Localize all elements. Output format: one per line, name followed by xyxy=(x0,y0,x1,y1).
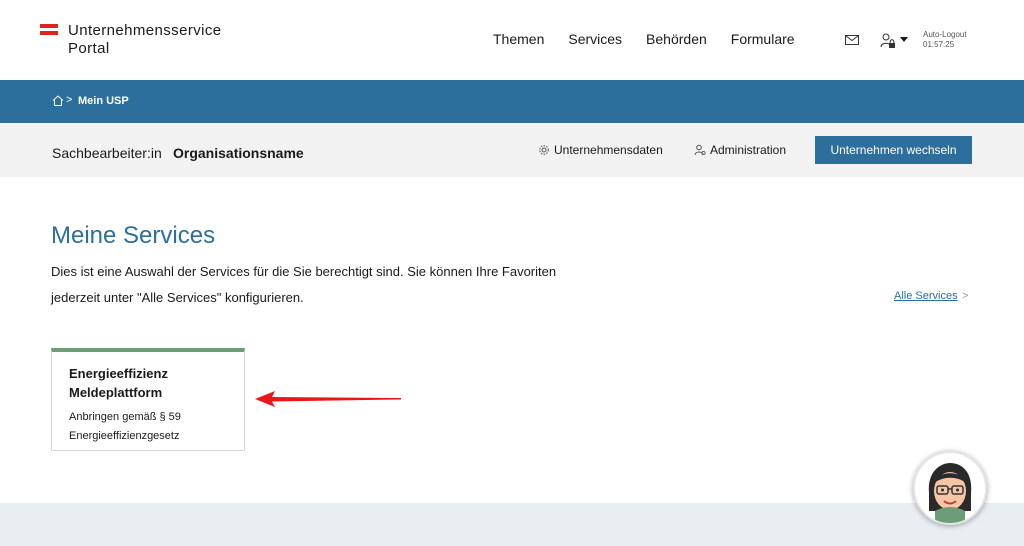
auto-logout: Auto-Logout 01:57:25 xyxy=(923,30,967,50)
auto-logout-time: 01:57:25 xyxy=(923,40,955,49)
assistant-face-icon xyxy=(915,453,985,523)
service-card-title: Energieeffizienz Meldeplattform xyxy=(69,366,168,400)
service-card-description: Anbringen gemäß § 59 Energieeffizienzges… xyxy=(69,411,181,442)
logo-line2: Portal xyxy=(68,40,110,57)
page-title: Meine Services xyxy=(51,222,216,249)
logo-line1: Unternehmensservice xyxy=(68,22,222,39)
user-admin-icon xyxy=(694,144,706,156)
site-header: Unternehmensservice Portal Themen Servic… xyxy=(0,0,1024,80)
nav-services[interactable]: Services xyxy=(568,31,622,47)
organisation-bar: Sachbearbeiter:in Organisationsname Unte… xyxy=(0,123,1024,177)
user-lock-icon[interactable] xyxy=(880,32,896,50)
main-nav: Themen Services Behörden Formulare xyxy=(493,31,819,47)
caret-down-icon[interactable] xyxy=(900,37,908,42)
user-role: Sachbearbeiter:in xyxy=(52,145,162,161)
auto-logout-label: Auto-Logout xyxy=(923,30,967,39)
intro-text: Dies ist eine Auswahl der Services für d… xyxy=(51,264,557,305)
footer-band xyxy=(0,503,1024,546)
austria-flag-icon xyxy=(40,24,58,35)
company-data-label: Unternehmensdaten xyxy=(554,143,663,157)
mail-icon[interactable] xyxy=(845,35,859,45)
breadcrumb: > Mein USP xyxy=(0,80,1024,123)
breadcrumb-current: Mein USP xyxy=(78,95,129,107)
chevron-right-icon: > xyxy=(962,290,969,302)
switch-company-button[interactable]: Unternehmen wechseln xyxy=(815,136,972,164)
administration-label: Administration xyxy=(710,143,787,157)
chat-assistant-avatar[interactable] xyxy=(913,451,987,525)
logo-text: Unternehmensservice Portal xyxy=(68,22,222,58)
home-icon[interactable] xyxy=(52,95,64,106)
breadcrumb-separator: > xyxy=(66,94,73,106)
administration-link[interactable]: Administration xyxy=(694,143,786,157)
all-services-link[interactable]: Alle Services xyxy=(894,290,958,302)
nav-formulare[interactable]: Formulare xyxy=(731,31,795,47)
nav-themen[interactable]: Themen xyxy=(493,31,544,47)
organisation-name: Organisationsname xyxy=(173,145,304,161)
service-card[interactable]: Energieeffizienz Meldeplattform Anbringe… xyxy=(51,348,245,451)
nav-behoerden[interactable]: Behörden xyxy=(646,31,707,47)
gear-icon xyxy=(539,145,549,155)
annotation-arrow-icon xyxy=(255,391,401,407)
company-data-link[interactable]: Unternehmensdaten xyxy=(538,143,663,157)
